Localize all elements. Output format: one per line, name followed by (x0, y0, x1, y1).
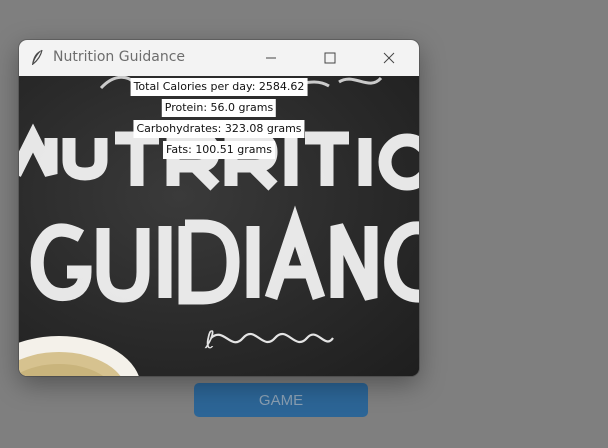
minimize-button[interactable] (247, 40, 295, 76)
calories-label: Total Calories per day: 2584.62 (130, 78, 308, 96)
script-word: ℓ (204, 326, 215, 354)
maximize-button[interactable] (306, 40, 354, 76)
carbohydrates-label: Carbohydrates: 323.08 grams (133, 120, 305, 138)
window-title: Nutrition Guidance (53, 49, 186, 65)
feather-icon (30, 49, 44, 67)
minimize-icon (266, 57, 276, 59)
protein-label: Protein: 56.0 grams (161, 99, 277, 117)
maximize-icon (324, 52, 336, 64)
close-icon (383, 52, 395, 64)
title-bar[interactable]: Nutrition Guidance (19, 40, 419, 76)
game-button[interactable]: GAME (194, 383, 368, 417)
nutrition-guidance-window: Nutrition Guidance ℓ Total Calories per … (19, 40, 419, 376)
close-button[interactable] (365, 40, 413, 76)
fats-label: Fats: 100.51 grams (163, 141, 275, 159)
background-image-area: ℓ Total Calories per day: 2584.62 Protei… (19, 76, 419, 376)
